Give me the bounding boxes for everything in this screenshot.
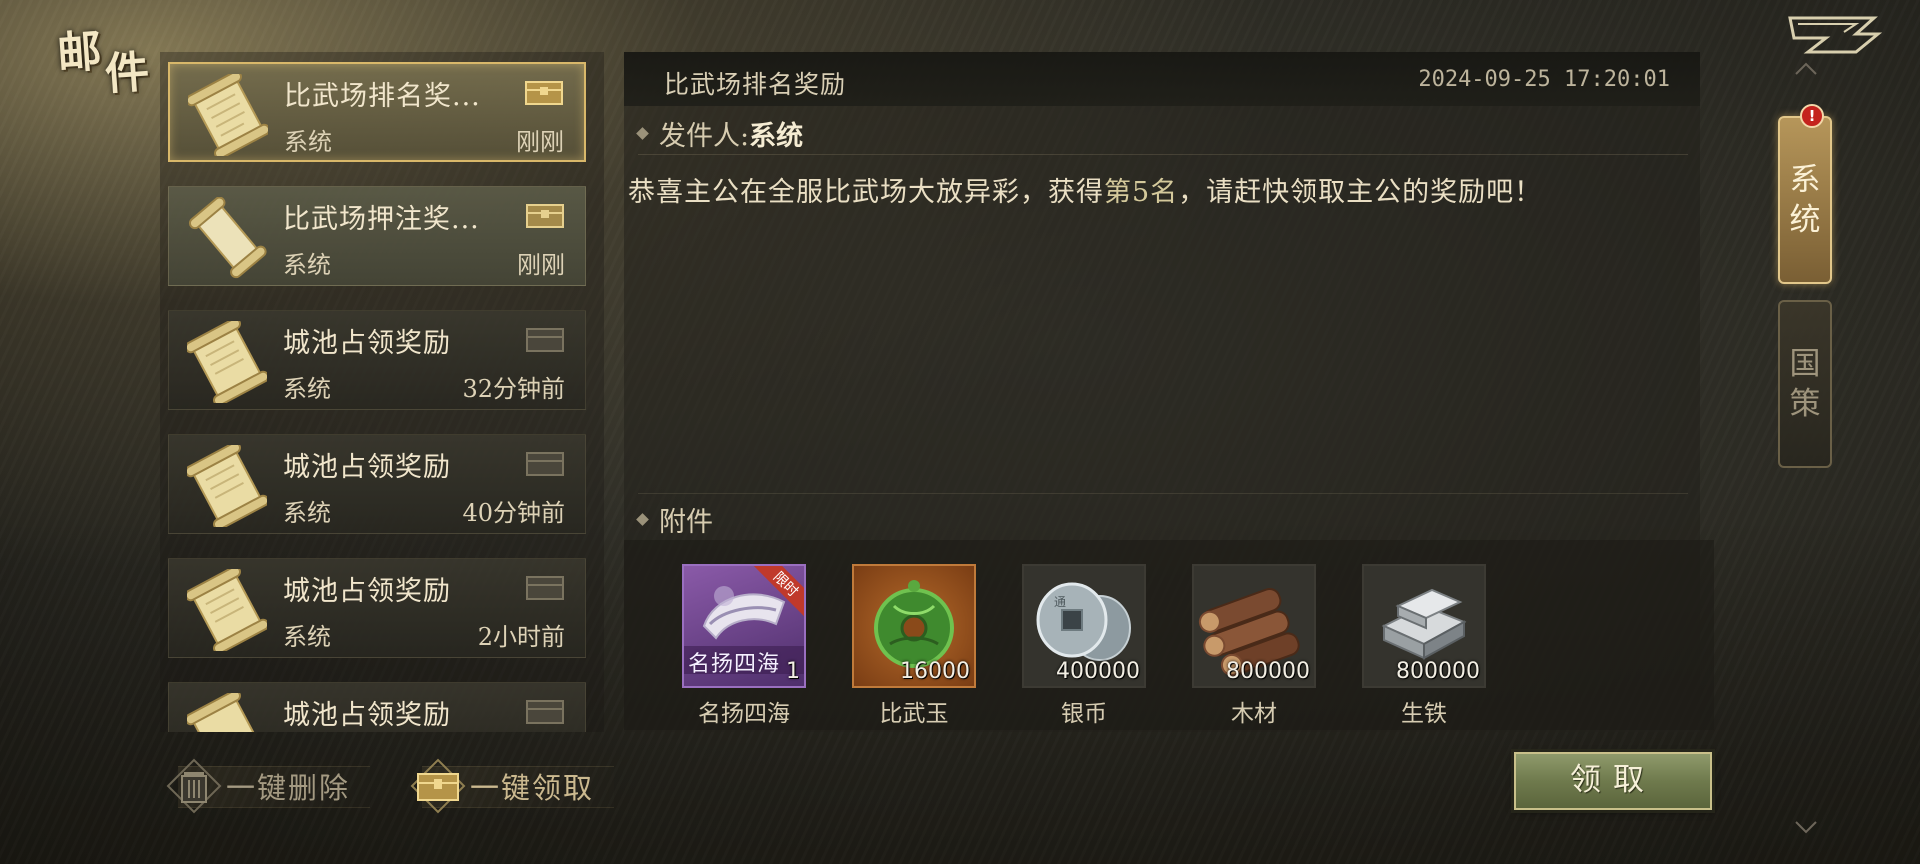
- mail-sender: 系统: [284, 128, 332, 156]
- mail-item[interactable]: 比武场排名奖... 系统 刚刚: [168, 62, 586, 162]
- mail-item[interactable]: 城池占领奖励 系统 2小时前: [168, 558, 586, 658]
- chest-icon: [410, 758, 466, 814]
- mail-title: 城池占领奖励: [283, 452, 451, 483]
- mail-sender: 系统: [283, 623, 331, 651]
- attachment-item[interactable]: 16000 比武玉: [852, 564, 976, 728]
- mail-body: 恭喜主公在全服比武场大放异彩，获得第5名，请赶快领取主公的奖励吧！: [628, 170, 1542, 209]
- tab-system-char-1: 系: [1789, 162, 1821, 198]
- mail-item[interactable]: 城池占领奖励: [168, 682, 586, 732]
- detail-date: 2024-09-25 17:20:01: [1418, 67, 1670, 92]
- attachment-item[interactable]: 800000 木材: [1192, 564, 1316, 728]
- delete-all-label: 一键删除: [226, 771, 351, 805]
- mail-body-before: 恭喜主公在全服比武场大放异彩，获得: [628, 177, 1104, 208]
- divider: [638, 493, 1688, 494]
- mail-sender: 系统: [283, 499, 331, 527]
- tab-policy-char-2: 策: [1789, 386, 1821, 422]
- attachment-frame: 名扬四海 限时 1: [682, 564, 806, 688]
- attachment-frame: 通 400000: [1022, 564, 1146, 688]
- svg-text:通: 通: [1054, 595, 1066, 609]
- attachments-label-text: 附件: [659, 507, 713, 538]
- attachment-icon-text: 名扬四海: [688, 652, 781, 677]
- attachment-name: 银币: [1061, 701, 1107, 727]
- trash-icon: [166, 758, 222, 814]
- scroll-icon: [187, 693, 264, 732]
- attachment-count: 1: [786, 659, 800, 684]
- back-icon[interactable]: [1786, 14, 1882, 56]
- mail-sender: 系统: [283, 251, 331, 279]
- mail-item[interactable]: 比武场押注奖... 系统 刚刚: [168, 186, 586, 286]
- attachment-item[interactable]: 通 400000 银币: [1022, 564, 1146, 728]
- tab-policy[interactable]: 国 策: [1778, 300, 1832, 468]
- mail-time: 32分钟前: [462, 375, 565, 403]
- delete-all-button[interactable]: 一键删除: [166, 758, 371, 814]
- attachment-frame: 800000: [1192, 564, 1316, 688]
- attachments-label: 附件: [636, 500, 713, 539]
- mail-title: 比武场押注奖...: [283, 204, 480, 235]
- claim-all-label: 一键领取: [470, 771, 595, 805]
- scroll-icon: [187, 445, 267, 527]
- attachment-name: 生铁: [1401, 701, 1447, 727]
- attachment-name: 木材: [1231, 701, 1277, 727]
- scroll-down-icon[interactable]: [1794, 820, 1818, 836]
- sender-label: 发件人:: [659, 121, 750, 152]
- claim-all-button[interactable]: 一键领取: [410, 758, 615, 814]
- mail-time: 40分钟前: [462, 499, 565, 527]
- chest-icon: [526, 576, 564, 600]
- attachment-item[interactable]: 名扬四海 限时 1 名扬四海: [682, 564, 806, 728]
- scroll-icon: [187, 321, 267, 403]
- attachment-item[interactable]: 800000 生铁: [1362, 564, 1486, 728]
- tab-system-char-2: 统: [1789, 202, 1821, 238]
- claim-button[interactable]: 领取: [1514, 752, 1712, 810]
- scroll-icon: [188, 74, 268, 156]
- diamond-bullet-icon: [636, 513, 649, 526]
- attachment-count: 800000: [1226, 659, 1310, 684]
- mail-item[interactable]: 城池占领奖励 系统 32分钟前: [168, 310, 586, 410]
- detail-header: 比武场排名奖励 2024-09-25 17:20:01: [624, 52, 1700, 106]
- chest-icon: [526, 700, 564, 724]
- scroll-up-icon[interactable]: [1794, 60, 1818, 76]
- chest-icon: [526, 328, 564, 352]
- mail-sender: 系统: [283, 375, 331, 403]
- page-title-char-2: 件: [103, 46, 153, 101]
- tab-system[interactable]: 系 统: [1778, 116, 1832, 284]
- chest-icon: [526, 452, 564, 476]
- scroll-icon: [187, 569, 267, 651]
- attachment-name: 名扬四海: [698, 701, 790, 727]
- mail-item[interactable]: 城池占领奖励 系统 40分钟前: [168, 434, 586, 534]
- attachment-count: 16000: [900, 659, 970, 684]
- sender-row: 发件人: 系统: [636, 114, 804, 153]
- detail-title: 比武场排名奖励: [664, 70, 847, 99]
- page-title: 邮件: [55, 10, 171, 107]
- page-title-char-1: 邮: [55, 25, 106, 80]
- mail-title: 城池占领奖励: [283, 328, 451, 359]
- attachment-count: 800000: [1396, 659, 1480, 684]
- diamond-bullet-icon: [636, 127, 649, 140]
- divider: [638, 154, 1688, 155]
- sender-value: 系统: [749, 121, 804, 152]
- mail-list[interactable]: 比武场排名奖... 系统 刚刚 比武场押注奖... 系统 刚刚 城池占领奖励 系…: [160, 52, 604, 732]
- chest-icon: [526, 204, 564, 228]
- mail-title: 城池占领奖励: [283, 700, 451, 731]
- notification-badge: !: [1800, 104, 1824, 128]
- attachment-frame: 16000: [852, 564, 976, 688]
- mail-time: 刚刚: [517, 251, 565, 279]
- mail-time: 刚刚: [516, 128, 564, 156]
- attachments-area: 名扬四海 限时 1 名扬四海 16000 比武玉 通 400000 银币 800…: [624, 540, 1714, 730]
- mail-time: 2小时前: [477, 623, 565, 651]
- mail-body-after: ，请赶快领取主公的奖励吧！: [1178, 177, 1543, 208]
- attachment-count: 400000: [1056, 659, 1140, 684]
- chest-icon: [525, 81, 563, 105]
- attachment-name: 比武玉: [879, 701, 949, 727]
- tab-policy-char-1: 国: [1789, 346, 1821, 382]
- mail-detail-panel: 比武场排名奖励 2024-09-25 17:20:01 发件人: 系统 恭喜主公…: [624, 52, 1714, 732]
- scroll-open-icon: [188, 197, 267, 279]
- mail-title: 城池占领奖励: [283, 576, 451, 607]
- mail-body-highlight: 第5名: [1104, 177, 1179, 208]
- mail-title: 比武场排名奖...: [284, 81, 481, 112]
- attachment-frame: 800000: [1362, 564, 1486, 688]
